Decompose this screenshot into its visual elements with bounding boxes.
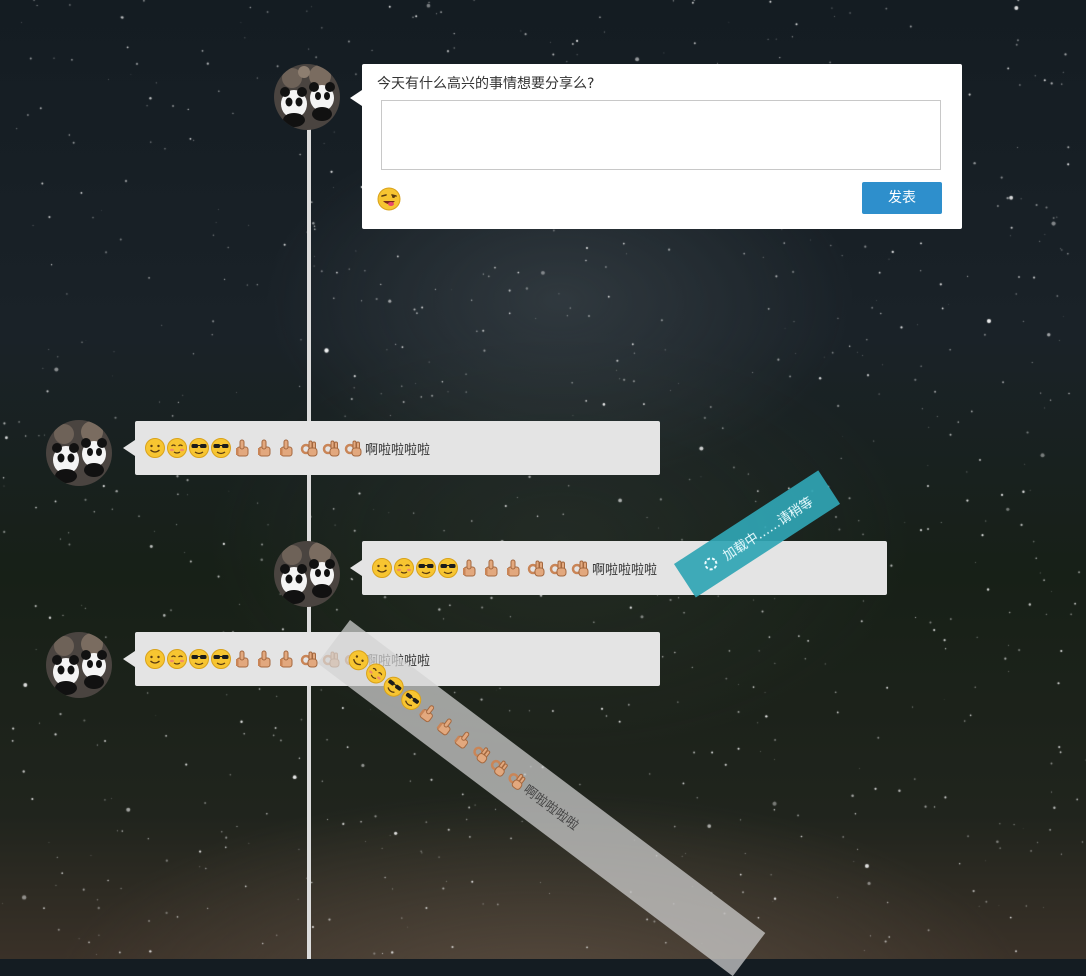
thumbs-up-emoji-icon	[507, 559, 520, 577]
thumbs-up-emoji-icon	[258, 650, 271, 668]
emoji-row	[371, 557, 591, 579]
avatar[interactable]	[46, 420, 112, 486]
post-bubble: 啊啦啦啦啦	[350, 541, 887, 595]
cool-sunglasses-emoji-icon	[416, 558, 436, 578]
thumbs-up-emoji-icon	[258, 439, 271, 457]
blush-emoji-icon	[167, 438, 187, 458]
timeline-line	[307, 100, 311, 959]
smile-emoji-icon	[145, 649, 165, 669]
cool-sunglasses-emoji-icon	[189, 438, 209, 458]
avatar[interactable]	[274, 541, 340, 607]
thumbs-up-emoji-icon	[485, 559, 498, 577]
ok-hand-emoji-icon	[527, 560, 545, 577]
thumbs-up-emoji-icon	[280, 650, 293, 668]
composer-textarea[interactable]	[381, 100, 941, 170]
post-text: 啊啦啦啦啦	[592, 562, 658, 578]
bubble-arrow	[350, 90, 362, 106]
panda-avatar-icon	[46, 420, 112, 486]
cool-sunglasses-emoji-icon	[211, 649, 231, 669]
thumbs-up-emoji-icon	[236, 650, 249, 668]
cool-sunglasses-emoji-icon	[211, 438, 231, 458]
blush-emoji-icon	[394, 558, 414, 578]
composer-prompt: 今天有什么高兴的事情想要分享么?	[377, 76, 595, 92]
post-text: 啊啦啦啦啦	[520, 782, 582, 834]
avatar[interactable]	[274, 64, 340, 130]
blush-emoji-icon	[167, 649, 187, 669]
bubble-arrow	[123, 651, 135, 667]
avatar[interactable]	[46, 632, 112, 698]
publish-button[interactable]: 发表	[862, 182, 942, 214]
ok-hand-emoji-icon	[344, 440, 362, 457]
cool-sunglasses-emoji-icon	[189, 649, 209, 669]
ok-hand-emoji-icon	[571, 560, 589, 577]
post-bubble: 啊啦啦啦啦	[123, 421, 660, 475]
ok-hand-emoji-icon	[300, 440, 318, 457]
ok-hand-emoji-icon	[322, 440, 340, 457]
composer-panel: 今天有什么高兴的事情想要分享么? 发表	[350, 64, 962, 229]
emoji-row	[144, 437, 364, 459]
bubble-arrow	[350, 560, 362, 576]
ok-hand-emoji-icon	[300, 651, 318, 668]
emoji-picker-button[interactable]	[377, 187, 401, 211]
post-text: 啊啦啦啦啦	[365, 442, 431, 458]
panda-avatar-icon	[274, 541, 340, 607]
cool-sunglasses-emoji-icon	[438, 558, 458, 578]
panda-avatar-icon	[46, 632, 112, 698]
spinner-icon	[704, 557, 718, 571]
smiley-icon	[377, 187, 401, 211]
thumbs-up-emoji-icon	[280, 439, 293, 457]
ok-hand-emoji-icon	[549, 560, 567, 577]
thumbs-up-emoji-icon	[463, 559, 476, 577]
smile-emoji-icon	[145, 438, 165, 458]
smile-emoji-icon	[372, 558, 392, 578]
panda-avatar-icon	[274, 64, 340, 130]
bubble-arrow	[123, 440, 135, 456]
thumbs-up-emoji-icon	[236, 439, 249, 457]
